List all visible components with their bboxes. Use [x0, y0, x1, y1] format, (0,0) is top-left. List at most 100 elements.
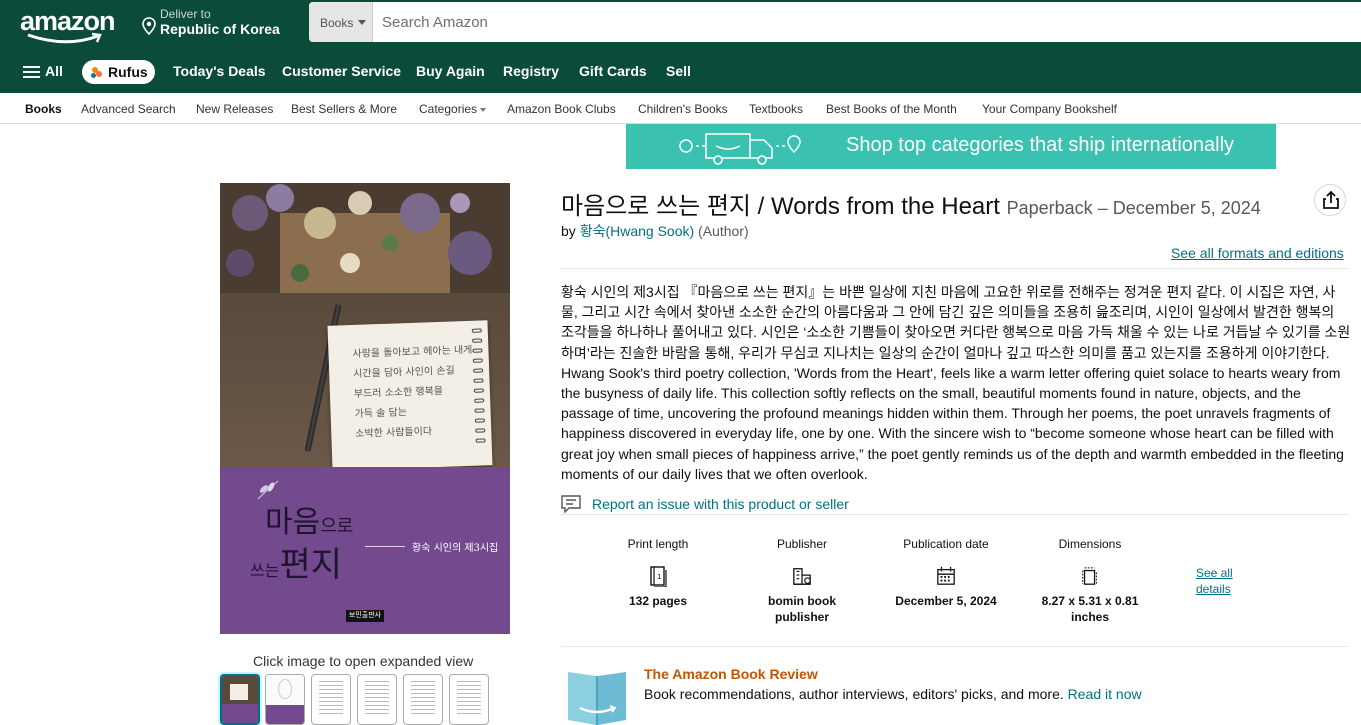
calendar-icon: [937, 566, 955, 585]
byline: by 황숙(Hwang Sook) (Author): [561, 221, 749, 241]
cover-divider: [365, 546, 405, 547]
nav-sell[interactable]: Sell: [666, 63, 691, 79]
subnav-categories[interactable]: Categories: [419, 102, 487, 116]
subnav-company-bookshelf[interactable]: Your Company Bookshelf: [982, 102, 1117, 116]
thumbnail-page[interactable]: [403, 674, 443, 725]
attribute-value: 132 pages: [628, 594, 688, 608]
search-category-dropdown[interactable]: Books: [309, 2, 373, 42]
book-review-text: Book recommendations, author interviews,…: [644, 686, 1142, 702]
attribute-value: bomin book publisher: [768, 594, 836, 624]
attribute-publication-date: Publication date December 5, 2024: [886, 537, 1006, 609]
note-line: 소박한 사람들이다: [355, 426, 433, 440]
attribute-value: 8.27 x 5.31 x 0.81 inches: [1041, 594, 1139, 624]
see-all-details-link[interactable]: See all details: [1196, 565, 1246, 597]
deliver-label: Deliver to: [160, 7, 211, 21]
product-title: 마음으로 쓰는 편지 / Words from the Heart Paperb…: [561, 186, 1261, 221]
smile-icon: [27, 32, 102, 44]
product-format: Paperback – December 5, 2024: [1006, 198, 1261, 218]
author-link[interactable]: 황숙(Hwang Sook): [580, 223, 694, 239]
nav-registry[interactable]: Registry: [503, 63, 559, 79]
author-role: (Author): [698, 223, 749, 239]
search-input[interactable]: [373, 2, 1361, 42]
open-book-icon: [568, 672, 626, 725]
nav-all[interactable]: All: [45, 63, 63, 79]
banner-text: Shop top categories that ship internatio…: [846, 134, 1235, 156]
description-english: Hwang Sook's third poetry collection, 'W…: [561, 364, 1344, 482]
cover-title-line1: 마음으로: [265, 497, 353, 541]
note-line: 가득 솔 담는: [354, 407, 408, 420]
attribute-label: Print length: [627, 537, 689, 551]
thumbnail-page[interactable]: [311, 674, 351, 725]
nav-gift-cards[interactable]: Gift Cards: [579, 63, 647, 79]
delivery-truck-icon: [679, 133, 801, 165]
thumbnail-back-cover[interactable]: [265, 674, 305, 725]
subnav-books[interactable]: Books: [25, 102, 62, 116]
cover-title-line2: 쓰는편지: [250, 537, 342, 586]
cover-title-main: 마음: [265, 505, 321, 540]
subnav-categories-label: Categories: [419, 102, 478, 116]
divider: [561, 646, 1348, 647]
page-count-icon: 1: [650, 566, 667, 587]
svg-text:1: 1: [657, 573, 661, 581]
search-category-label: Books: [320, 16, 354, 30]
thumbnail-page[interactable]: [449, 674, 489, 725]
cover-title2-small: 쓰는: [250, 561, 280, 580]
product-description: 황숙 시인의 제3시집 『마음으로 쓰는 편지』는 바쁜 일상에 지친 마음에 …: [561, 282, 1351, 484]
nav-todays-deals[interactable]: Today's Deals: [173, 63, 266, 79]
attribute-publisher: Publisher bomin book publisher: [742, 537, 862, 625]
report-issue-link: Report an issue with this product or sel…: [592, 496, 849, 512]
nav-customer-service[interactable]: Customer Service: [282, 63, 401, 79]
caret-down-icon: [480, 107, 487, 112]
cover-title-small: 으로: [320, 516, 354, 537]
thumbnail-cover[interactable]: [220, 674, 260, 725]
subnav-childrens-books[interactable]: Children's Books: [638, 102, 728, 116]
hamburger-icon[interactable]: [23, 66, 40, 79]
book-review-description: Book recommendations, author interviews,…: [644, 686, 1064, 702]
cover-title-panel: 마음으로 쓰는편지 황숙 시인의 제3시집 보민출판사: [220, 467, 510, 634]
book-review-title[interactable]: The Amazon Book Review: [644, 666, 818, 682]
description-korean: 황숙 시인의 제3시집 『마음으로 쓰는 편지』는 바쁜 일상에 지친 마음에 …: [561, 284, 1351, 361]
book-cover-image[interactable]: 사랑을 돌아보고 헤아는 내게 시간을 담아 사인이 손길 부드러 소소한 행복…: [220, 183, 510, 634]
feedback-icon: [561, 495, 581, 513]
note-line: 시간을 담아 사인이 손길: [353, 365, 455, 380]
top-header: amazon Deliver to Republic of Korea Book…: [0, 0, 1361, 50]
attribute-label: Dimensions: [1058, 537, 1122, 551]
cover-title2-main: 편지: [279, 545, 343, 585]
building-icon: [793, 568, 811, 585]
publisher-logo: 보민출판사: [346, 610, 384, 622]
note-line: 부드러 소소한 행복을: [353, 385, 444, 400]
books-subnav: Books Advanced Search New Releases Best …: [0, 93, 1361, 124]
share-button[interactable]: [1314, 184, 1346, 216]
thumbnail-page[interactable]: [357, 674, 397, 725]
by-label: by: [561, 223, 576, 239]
intl-shipping-banner[interactable]: Shop top categories that ship internatio…: [626, 124, 1276, 169]
subnav-best-sellers[interactable]: Best Sellers & More: [291, 102, 397, 116]
cover-photo: 사랑을 돌아보고 헤아는 내게 시간을 담아 사인이 손길 부드러 소소한 행복…: [220, 183, 510, 471]
product-title-text: 마음으로 쓰는 편지 / Words from the Heart: [561, 193, 1000, 220]
location-pin-icon: [142, 17, 156, 35]
rufus-button[interactable]: Rufus: [82, 60, 155, 84]
subnav-book-clubs[interactable]: Amazon Book Clubs: [507, 102, 616, 116]
attribute-label: Publication date: [903, 537, 989, 551]
note-line: 사랑을 돌아보고 헤아는 내게: [352, 344, 473, 360]
see-formats-link[interactable]: See all formats and editions: [1171, 245, 1344, 261]
deliver-country: Republic of Korea: [160, 21, 280, 37]
deliver-to[interactable]: Deliver to Republic of Korea: [140, 7, 290, 43]
rufus-label: Rufus: [108, 64, 148, 80]
flowers-illustration: [220, 183, 510, 293]
subnav-new-releases[interactable]: New Releases: [196, 102, 273, 116]
nav-buy-again[interactable]: Buy Again: [416, 63, 485, 79]
attribute-label: Publisher: [776, 537, 828, 551]
subnav-best-books-month[interactable]: Best Books of the Month: [826, 102, 957, 116]
attribute-dimensions: Dimensions 8.27 x 5.31 x 0.81 inches: [1030, 537, 1150, 625]
divider: [561, 268, 1348, 269]
amazon-logo[interactable]: amazon: [20, 4, 122, 46]
caret-down-icon: [358, 20, 366, 25]
cover-author: 황숙 시인의 제3시집: [412, 543, 499, 554]
main-nav: All Rufus Today's Deals Customer Service…: [0, 50, 1361, 93]
attribute-print-length: Print length 1 132 pages: [598, 537, 718, 609]
divider: [561, 514, 1348, 515]
read-it-now-link[interactable]: Read it now: [1068, 686, 1142, 702]
subnav-textbooks[interactable]: Textbooks: [749, 102, 803, 116]
subnav-advanced-search[interactable]: Advanced Search: [81, 102, 176, 116]
